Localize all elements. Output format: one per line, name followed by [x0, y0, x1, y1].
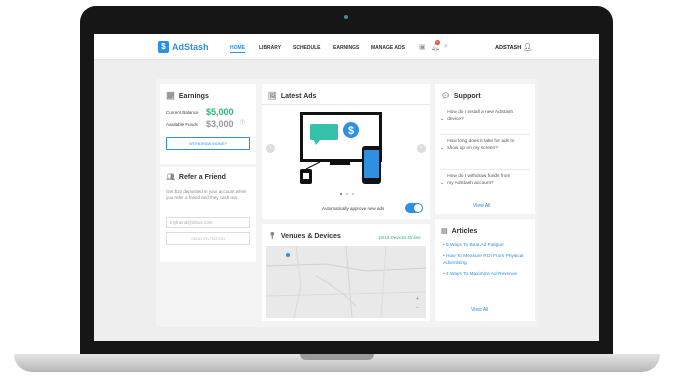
- current-balance-label: Current Balance: [166, 110, 199, 115]
- username[interactable]: ADSTASH: [495, 45, 521, 51]
- camera: [344, 15, 348, 19]
- articles-icon: ▤: [441, 228, 448, 235]
- support-question-1[interactable]: ⌄ How do I install a new AdStash device?: [440, 110, 517, 123]
- support-question-3[interactable]: ⌄ How do I withdraw funds from my AdStas…: [440, 174, 517, 187]
- latest-ads-title: Latest Ads: [280, 92, 317, 100]
- carousel-next-button[interactable]: ›: [417, 144, 426, 153]
- current-balance-value: $5,000: [206, 107, 234, 117]
- ad-illustration: $: [300, 112, 382, 184]
- nav-earnings[interactable]: EARNINGS: [333, 45, 359, 51]
- svg-text:$: $: [348, 125, 354, 137]
- carousel-dot-1[interactable]: [340, 193, 342, 195]
- top-nav: $ AdStash HOME LIBRARY SCHEDULE EARNINGS…: [94, 34, 599, 60]
- available-funds-label: Available Funds: [166, 122, 198, 127]
- articles-view-all-link[interactable]: View All: [471, 307, 488, 313]
- article-link-2[interactable]: • How To Measure ROI From Physical Adver…: [443, 254, 531, 267]
- devices-online-status: 10/10 Devices Online: [378, 235, 421, 240]
- nav-manage-ads[interactable]: MANAGE ADS: [371, 45, 405, 51]
- refer-title: Refer a Friend: [178, 173, 226, 181]
- send-invitation-button[interactable]: SEND INVITATION: [166, 232, 250, 245]
- available-funds-value: $3,000: [206, 119, 234, 129]
- carousel-dot-2[interactable]: [346, 193, 348, 195]
- nav-home[interactable]: HOME: [230, 45, 245, 53]
- article-link-3[interactable]: • 4 Ways To Maximize Ad Revenue: [443, 272, 531, 279]
- article-link-1[interactable]: • 5 Ways To Beat Ad Fatigue: [443, 243, 531, 250]
- earnings-title: Earnings: [178, 92, 209, 100]
- friends-icon: 👥︎: [166, 174, 175, 181]
- device-icon[interactable]: ▣: [419, 43, 426, 51]
- articles-card: ▤ Articles • 5 Ways To Beat Ad Fatigue •…: [435, 219, 535, 321]
- laptop-notch: [300, 354, 374, 360]
- nav-schedule[interactable]: SCHEDULE: [293, 45, 321, 51]
- logo-badge: $: [158, 41, 169, 53]
- refer-card: 👥︎ Refer a Friend Get $10 deposited in y…: [160, 167, 256, 262]
- carousel-dot-3[interactable]: [352, 193, 354, 195]
- support-title: Support: [453, 92, 481, 100]
- refer-description: Get $10 deposited in your account when y…: [166, 189, 247, 200]
- venues-title: Venues & Devices: [280, 232, 341, 240]
- zoom-in-button[interactable]: +: [416, 296, 419, 302]
- chevron-down-icon: ⌄: [440, 180, 445, 186]
- support-question-2[interactable]: ⌄ How long does it take for ads to show …: [440, 139, 517, 152]
- chart-icon: 📈︎: [166, 93, 175, 100]
- pin-icon: 📍︎: [268, 233, 277, 240]
- screen: $ AdStash HOME LIBRARY SCHEDULE EARNINGS…: [94, 34, 599, 341]
- auto-approve-toggle[interactable]: [405, 203, 423, 213]
- carousel-prev-button[interactable]: ‹: [266, 144, 275, 153]
- info-icon[interactable]: ⓵: [240, 119, 245, 126]
- logo-text: AdStash: [172, 42, 209, 52]
- friend-email-input[interactable]: myfriend@inbox.com: [166, 217, 250, 228]
- support-view-all-link[interactable]: View All: [473, 203, 490, 209]
- latest-ads-card: 🖼︎ Latest Ads ‹ › $ ADS Automatically ap…: [262, 84, 430, 219]
- nav-library[interactable]: LIBRARY: [259, 45, 281, 51]
- auto-approve-label: Automatically approve new ads: [322, 206, 385, 211]
- withdraw-money-button[interactable]: WITHDRAW MONEY: [166, 137, 250, 150]
- user-icon[interactable]: 👤︎: [523, 43, 532, 51]
- search-icon[interactable]: ⌕: [444, 43, 448, 51]
- image-icon: 🖼︎: [268, 93, 277, 100]
- logo[interactable]: $ AdStash: [158, 41, 209, 53]
- bell-icon[interactable]: 🔔︎ 0: [431, 40, 440, 51]
- notification-badge: 0: [435, 40, 440, 45]
- earnings-card: 📈︎ Earnings Current Balance $5,000 Avail…: [160, 84, 256, 164]
- venues-map[interactable]: + −: [265, 245, 427, 319]
- chevron-down-icon: ⌄: [440, 145, 445, 151]
- chat-icon: 💬︎: [441, 93, 450, 100]
- venues-card: 📍︎ Venues & Devices 10/10 Devices Online…: [262, 224, 430, 321]
- articles-title: Articles: [451, 227, 478, 235]
- ad-screen-text: ADS: [317, 116, 337, 126]
- chevron-down-icon: ⌄: [440, 116, 445, 122]
- support-card: 💬︎ Support ⌄ How do I install a new AdSt…: [435, 84, 535, 214]
- zoom-out-button[interactable]: −: [416, 305, 419, 311]
